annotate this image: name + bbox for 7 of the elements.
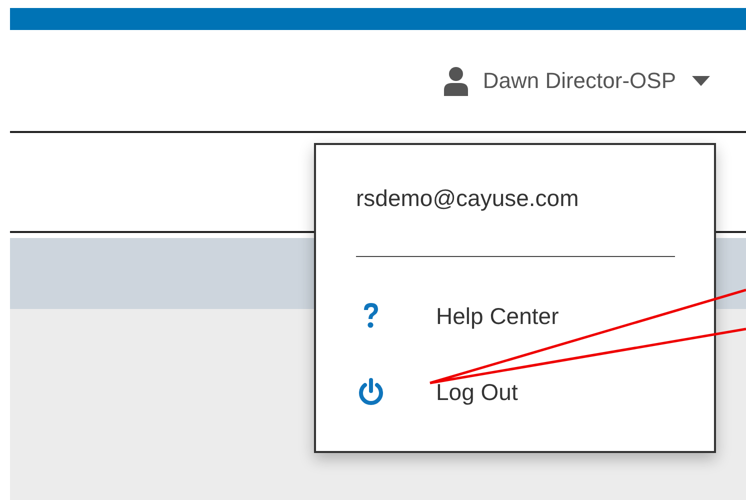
user-email: rsdemo@cayuse.com — [356, 185, 579, 212]
user-icon — [442, 66, 469, 96]
user-menu-button[interactable]: Dawn Director-OSP — [442, 66, 746, 96]
menu-item[interactable]: Help Center — [356, 297, 559, 335]
menu-item[interactable]: Log Out — [356, 373, 518, 411]
power-icon — [356, 377, 386, 407]
caret-icon — [692, 76, 710, 86]
